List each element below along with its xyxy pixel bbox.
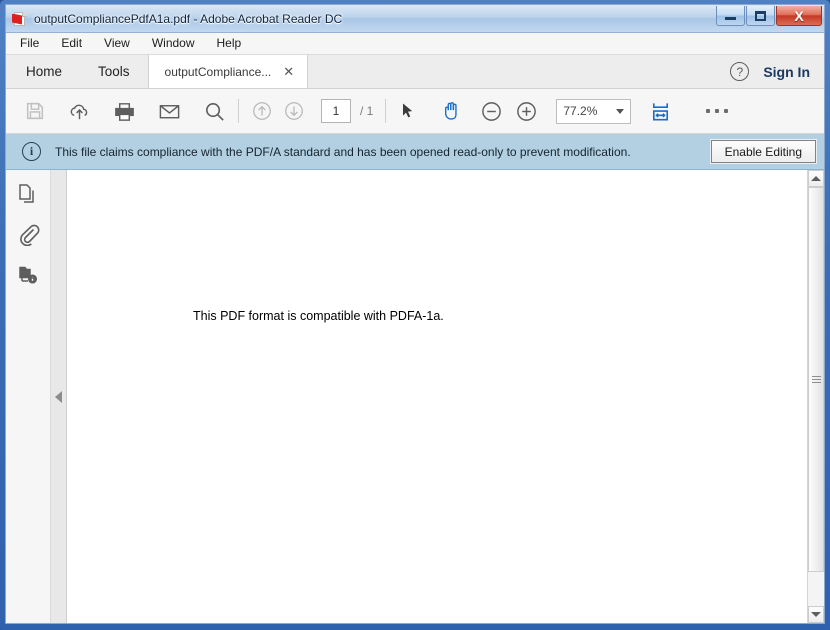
save-icon[interactable] <box>24 100 46 122</box>
attachments-icon[interactable] <box>16 222 40 246</box>
navigation-rail <box>6 170 51 623</box>
document-text: This PDF format is compatible with PDFA-… <box>193 309 444 323</box>
search-icon[interactable] <box>203 100 226 123</box>
page-thumbnails-icon[interactable] <box>16 182 40 206</box>
maximize-button[interactable] <box>746 6 775 26</box>
menu-item-view[interactable]: View <box>102 34 141 53</box>
menu-item-file[interactable]: File <box>18 34 50 53</box>
page-number-input[interactable]: 1 <box>321 99 351 123</box>
chevron-down-icon <box>616 109 624 114</box>
adobe-pdf-icon <box>12 11 28 27</box>
toolbar-separator-2 <box>385 99 386 123</box>
window-frame: outputCompliancePdfA1a.pdf - Adobe Acrob… <box>0 0 830 630</box>
title-bar[interactable]: outputCompliancePdfA1a.pdf - Adobe Acrob… <box>6 5 824 33</box>
print-icon[interactable] <box>113 100 136 123</box>
scroll-down-button[interactable] <box>808 606 824 623</box>
menu-item-edit[interactable]: Edit <box>59 34 93 53</box>
window-title: outputCompliancePdfA1a.pdf - Adobe Acrob… <box>34 12 342 26</box>
page-down-icon[interactable] <box>283 100 305 122</box>
tab-document-label: outputCompliance... <box>165 65 272 79</box>
window-controls: X <box>715 6 822 26</box>
minimize-icon <box>725 17 736 20</box>
main-body: This PDF format is compatible with PDFA-… <box>6 170 824 623</box>
compliance-notification-bar: i This file claims compliance with the P… <box>6 134 824 170</box>
scrollbar-grip-icon <box>812 376 821 383</box>
enable-editing-button[interactable]: Enable Editing <box>711 140 816 163</box>
sign-in-button[interactable]: Sign In <box>763 64 810 80</box>
notification-message: This file claims compliance with the PDF… <box>55 145 631 159</box>
close-button[interactable]: X <box>776 6 822 26</box>
tab-home[interactable]: Home <box>6 55 80 88</box>
menu-bar: File Edit View Window Help <box>6 33 824 55</box>
more-options-icon[interactable] <box>706 109 728 113</box>
standards-info-icon[interactable] <box>16 262 40 286</box>
menu-item-window[interactable]: Window <box>150 34 206 53</box>
zoom-in-icon[interactable] <box>515 100 538 123</box>
chevron-left-icon <box>55 391 62 403</box>
zoom-out-icon[interactable] <box>480 100 503 123</box>
help-icon[interactable]: ? <box>730 62 749 81</box>
page-up-icon[interactable] <box>251 100 273 122</box>
tab-tools[interactable]: Tools <box>80 55 148 88</box>
minimize-button[interactable] <box>716 6 745 26</box>
menu-item-help[interactable]: Help <box>215 34 253 53</box>
tab-bar-spacer <box>308 55 731 88</box>
zoom-level-dropdown[interactable]: 77.2% <box>556 99 631 124</box>
document-page[interactable]: This PDF format is compatible with PDFA-… <box>67 170 807 623</box>
triangle-up-icon <box>811 176 821 181</box>
tab-bar-right: ? Sign In <box>730 55 824 88</box>
triangle-down-icon <box>811 612 821 617</box>
maximize-icon <box>755 11 766 21</box>
page-total-label: / 1 <box>360 104 373 118</box>
toolbar-separator <box>238 99 239 123</box>
tab-bar: Home Tools outputCompliance... ✕ ? Sign … <box>6 55 824 89</box>
scrollbar-thumb[interactable] <box>808 187 824 572</box>
toolbar: 1 / 1 <box>6 89 824 134</box>
hand-icon[interactable] <box>440 100 462 122</box>
cursor-arrow-icon[interactable] <box>398 101 418 121</box>
email-icon[interactable] <box>158 100 181 123</box>
window-inner: outputCompliancePdfA1a.pdf - Adobe Acrob… <box>5 4 825 624</box>
zoom-level-value: 77.2% <box>563 104 597 118</box>
info-icon: i <box>22 142 41 161</box>
scrollbar-track[interactable] <box>808 187 824 606</box>
tab-document[interactable]: outputCompliance... ✕ <box>148 55 308 88</box>
close-icon: X <box>794 9 803 23</box>
fit-width-icon[interactable] <box>649 100 672 123</box>
upload-cloud-icon[interactable] <box>68 100 91 123</box>
tab-close-icon[interactable]: ✕ <box>283 65 294 78</box>
sidebar-collapse-handle[interactable] <box>51 170 67 623</box>
vertical-scrollbar[interactable] <box>807 170 824 623</box>
scroll-up-button[interactable] <box>808 170 824 187</box>
